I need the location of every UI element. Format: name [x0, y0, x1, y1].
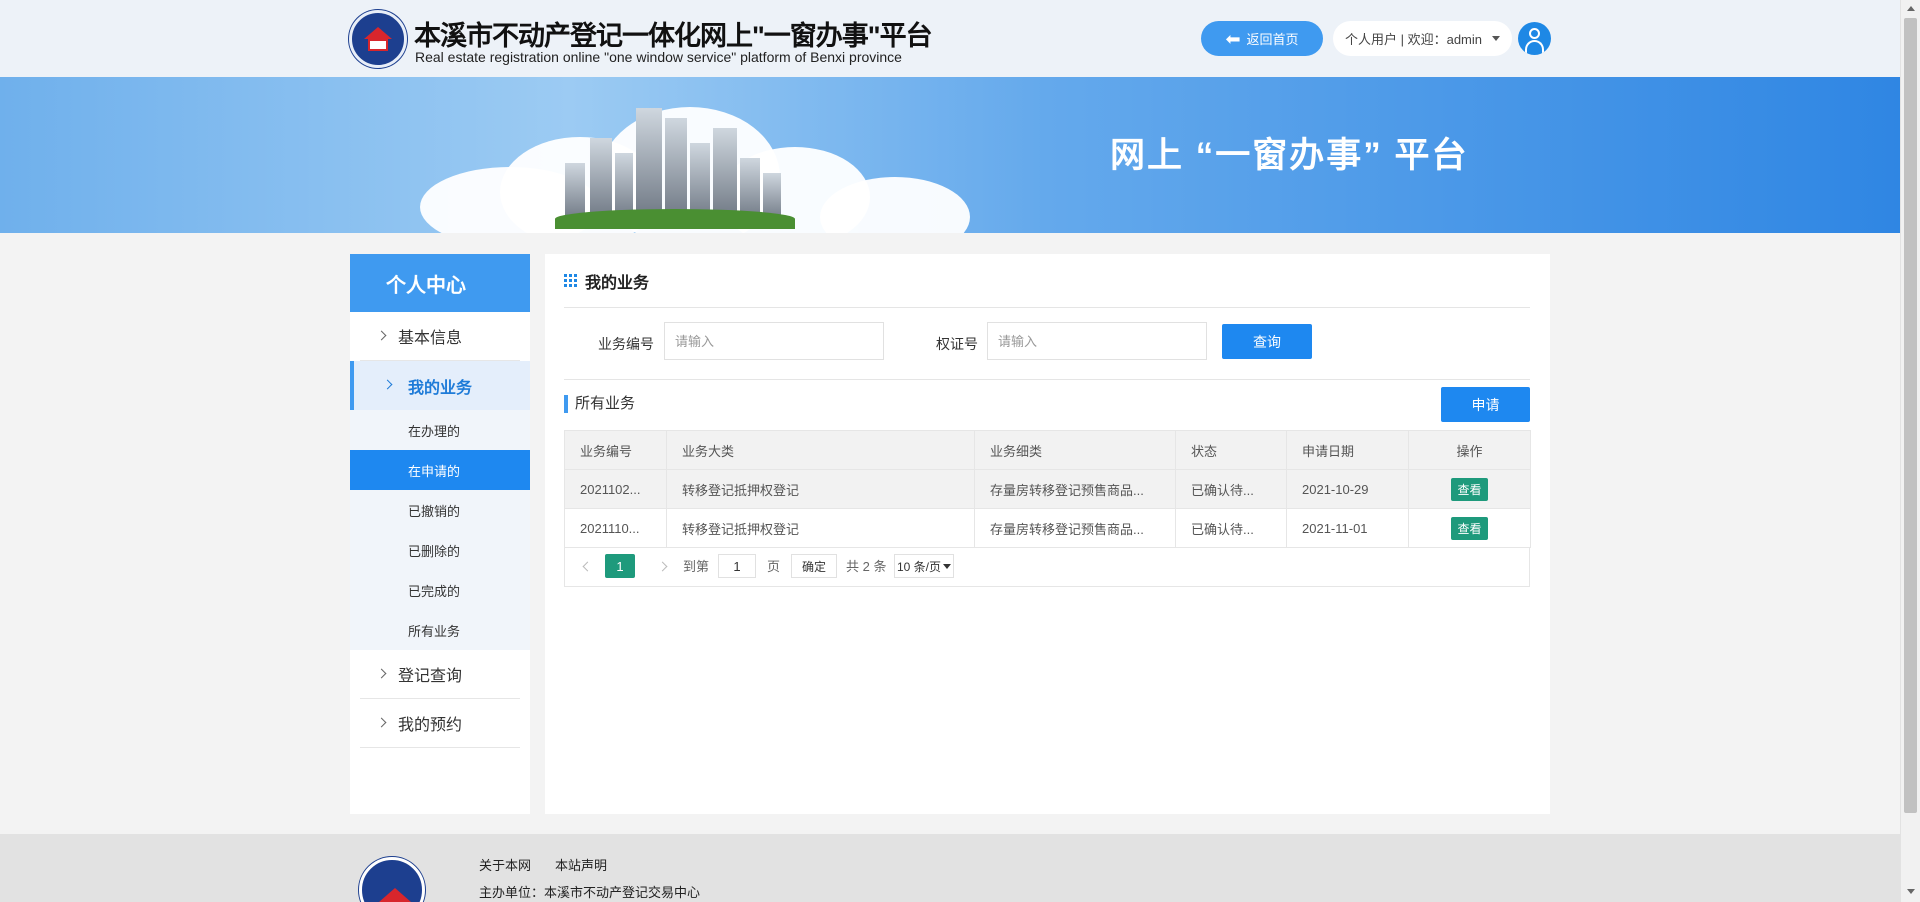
next-page-icon[interactable] [657, 561, 668, 572]
cell-business-no: 2021110... [564, 508, 667, 548]
sidebar-item-label: 我的业务 [408, 379, 473, 397]
total-count: 共 2 条 [846, 559, 887, 574]
table-row[interactable]: 2021110... 转移登记抵押权登记 存量房转移登记预售商品... 已确认待… [564, 508, 1531, 548]
cert-no-input[interactable] [987, 322, 1207, 360]
view-button[interactable]: 查看 [1451, 477, 1488, 501]
submenu-completed[interactable]: 已完成的 [350, 570, 530, 610]
footer-organizer: 主办单位：本溪市不动产登记交易中心 [479, 885, 701, 900]
site-subtitle: Real estate registration online "one win… [415, 49, 902, 65]
column-header: 申请日期 [1286, 430, 1409, 470]
submenu-revoked[interactable]: 已撤销的 [350, 490, 530, 530]
caret-down-icon [1492, 36, 1500, 41]
submenu-in-progress[interactable]: 在办理的 [350, 410, 530, 450]
sidebar-item-my-business[interactable]: 我的业务 [350, 361, 530, 410]
cell-action: 查看 [1408, 469, 1531, 509]
prev-page-icon[interactable] [582, 561, 593, 572]
main-header: 我的业务 [564, 254, 1530, 308]
main-panel: 我的业务 业务编号 权证号 查询 所有业务 申请 业务编号 业务大类 业务细类 … [545, 254, 1550, 814]
page-title: 我的业务 [585, 274, 650, 292]
chevron-right-icon [382, 379, 393, 390]
sidebar: 个人中心 基本信息 我的业务 在办理的 在申请的 已撤销的 已删除的 已完成的 … [350, 254, 530, 814]
site-logo [349, 10, 407, 68]
submenu-applying[interactable]: 在申请的 [350, 450, 530, 490]
sidebar-item-registration-query[interactable]: 登记查询 [360, 650, 520, 699]
divider [564, 379, 1530, 380]
footer-link-statement[interactable]: 本站声明 [555, 855, 607, 874]
footer: 关于本网 本站声明 主办单位：本溪市不动产登记交易中心 [0, 834, 1900, 902]
top-header: 本溪市不动产登记一体化网上"一窗办事"平台 Real estate regist… [0, 0, 1900, 77]
goto-page-input[interactable]: 1 [718, 554, 756, 578]
column-header: 业务大类 [666, 430, 975, 470]
return-arrow-icon: ⬅ [1225, 28, 1241, 49]
table-row[interactable]: 2021102... 转移登记抵押权登记 存量房转移登记预售商品... 已确认待… [564, 469, 1531, 509]
goto-label: 到第 [683, 559, 710, 574]
page-unit-label: 页 [767, 559, 781, 574]
banner-title: 网上 “一窗办事” 平台 [1110, 136, 1469, 175]
cell-business-no: 2021102... [564, 469, 667, 509]
page-size-select[interactable]: 10 条/页 [894, 554, 954, 578]
site-title: 本溪市不动产登记一体化网上"一窗办事"平台 [414, 21, 933, 51]
scroll-down-icon[interactable] [1907, 889, 1915, 894]
apply-button[interactable]: 申请 [1441, 387, 1530, 422]
cell-status: 已确认待... [1175, 508, 1287, 548]
cell-action: 查看 [1408, 508, 1531, 548]
column-header: 业务细类 [974, 430, 1176, 470]
table-header-row: 业务编号 业务大类 业务细类 状态 申请日期 操作 [564, 430, 1531, 470]
column-header: 状态 [1175, 430, 1287, 470]
user-welcome-text: 个人用户 | 欢迎：admin [1344, 32, 1482, 47]
footer-links: 关于本网 本站声明 [479, 855, 607, 874]
submenu-all-business[interactable]: 所有业务 [350, 610, 530, 650]
sidebar-item-basic-info[interactable]: 基本信息 [360, 312, 520, 361]
cell-status: 已确认待... [1175, 469, 1287, 509]
section-title: 所有业务 [564, 395, 635, 413]
footer-logo [359, 857, 425, 902]
sidebar-heading: 个人中心 [350, 254, 530, 312]
column-header: 业务编号 [564, 430, 667, 470]
query-button[interactable]: 查询 [1222, 324, 1312, 359]
chevron-right-icon [376, 668, 387, 679]
cert-no-label: 权证号 [936, 336, 978, 352]
grid-icon [564, 274, 577, 287]
vertical-scrollbar[interactable] [1900, 0, 1920, 902]
sidebar-item-my-appointment[interactable]: 我的预约 [360, 699, 520, 748]
sidebar-submenu: 在办理的 在申请的 已撤销的 已删除的 已完成的 所有业务 [350, 410, 530, 650]
scroll-thumb[interactable] [1904, 18, 1917, 813]
caret-down-icon [943, 563, 952, 569]
banner: 网上 “一窗办事” 平台 [0, 77, 1900, 233]
user-menu[interactable]: 个人用户 | 欢迎：admin [1333, 21, 1512, 56]
pagination: 1 到第 1 页 确定 共 2 条 10 条/页 [564, 547, 1530, 587]
business-no-label: 业务编号 [598, 336, 654, 352]
chevron-right-icon [376, 717, 387, 728]
business-table: 业务编号 业务大类 业务细类 状态 申请日期 操作 2021102... 转移登… [564, 430, 1531, 548]
chevron-right-icon [376, 330, 387, 341]
cell-date: 2021-11-01 [1286, 508, 1409, 548]
search-form: 业务编号 权证号 查询 [564, 322, 1530, 362]
user-avatar-icon[interactable] [1518, 22, 1551, 55]
sidebar-item-label: 基本信息 [398, 330, 463, 347]
sidebar-item-label: 我的预约 [398, 717, 463, 734]
sidebar-item-label: 登记查询 [398, 668, 463, 685]
cell-category: 转移登记抵押权登记 [666, 469, 975, 509]
return-home-button[interactable]: ⬅ 返回首页 [1201, 21, 1323, 56]
view-button[interactable]: 查看 [1451, 516, 1488, 540]
submenu-deleted[interactable]: 已删除的 [350, 530, 530, 570]
current-page[interactable]: 1 [605, 554, 635, 578]
cell-subcategory: 存量房转移登记预售商品... [974, 469, 1176, 509]
business-no-input[interactable] [664, 322, 884, 360]
return-home-label: 返回首页 [1246, 32, 1299, 47]
footer-link-about[interactable]: 关于本网 [479, 855, 531, 874]
column-header: 操作 [1408, 430, 1531, 470]
goto-confirm-button[interactable]: 确定 [791, 554, 837, 578]
cell-category: 转移登记抵押权登记 [666, 508, 975, 548]
cell-date: 2021-10-29 [1286, 469, 1409, 509]
page-size-value: 10 条/页 [896, 559, 942, 574]
scroll-up-icon[interactable] [1907, 6, 1915, 11]
cell-subcategory: 存量房转移登记预售商品... [974, 508, 1176, 548]
